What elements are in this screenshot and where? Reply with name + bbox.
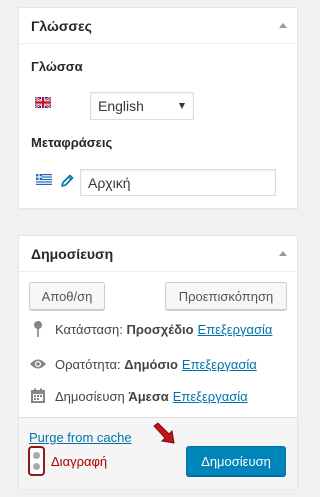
pin-icon [29, 320, 47, 338]
publish-box: Δημοσίευση Αποθ/ση Προεπισκόπηση Κατάστα… [18, 235, 298, 489]
delete-action[interactable]: Διαγραφή [28, 446, 107, 476]
calendar-icon [29, 387, 47, 405]
chevron-down-icon [179, 103, 185, 109]
publish-button[interactable]: Δημοσίευση [186, 446, 286, 476]
edit-visibility-link[interactable]: Επεξεργασία [182, 357, 257, 372]
pencil-icon[interactable] [59, 173, 75, 189]
status-label: Κατάσταση: [55, 321, 123, 337]
visibility-label: Ορατότητα: [55, 356, 121, 372]
toggle-up-icon[interactable] [279, 251, 287, 256]
language-select-value: English [98, 98, 144, 114]
visibility-value: Δημόσιο [124, 356, 178, 372]
save-draft-button[interactable]: Αποθ/ση [29, 282, 105, 310]
languages-box: Γλώσσες Γλώσσα English Μεταφράσεις Αρχικ… [18, 7, 298, 209]
trash-icon [28, 446, 45, 476]
greek-flag-icon [36, 174, 52, 185]
languages-box-header[interactable]: Γλώσσες [19, 8, 297, 44]
edit-status-link[interactable]: Επεξεργασία [198, 322, 273, 337]
status-value: Προσχέδιο [126, 321, 194, 337]
translations-label: Μεταφράσεις [31, 135, 113, 150]
publish-box-title: Δημοσίευση [31, 245, 114, 262]
language-label: Γλώσσα [31, 59, 83, 74]
languages-box-title: Γλώσσες [31, 17, 92, 34]
status-row: Κατάσταση: Προσχέδιο Επεξεργασία [29, 320, 272, 338]
publish-time-row: Δημοσίευση Άμεσα Επεξεργασία [29, 387, 248, 405]
publish-time-value: Άμεσα [128, 388, 169, 404]
translation-input[interactable]: Αρχική [80, 169, 276, 196]
language-select[interactable]: English [90, 92, 194, 120]
visibility-row: Ορατότητα: Δημόσιο Επεξεργασία [29, 355, 257, 373]
purge-cache-link[interactable]: Purge from cache [29, 430, 132, 445]
edit-publish-time-link[interactable]: Επεξεργασία [173, 389, 248, 404]
publish-time-label: Δημοσίευση [55, 388, 125, 404]
eye-icon [29, 355, 47, 373]
preview-button[interactable]: Προεπισκόπηση [165, 282, 287, 310]
major-publishing-actions: Purge from cache Διαγραφή Δημοσίευση [19, 417, 297, 489]
uk-flag-icon [35, 97, 51, 108]
delete-link[interactable]: Διαγραφή [51, 454, 107, 469]
red-arrow-icon [153, 422, 175, 444]
toggle-up-icon[interactable] [279, 23, 287, 28]
publish-box-header[interactable]: Δημοσίευση [19, 236, 297, 272]
